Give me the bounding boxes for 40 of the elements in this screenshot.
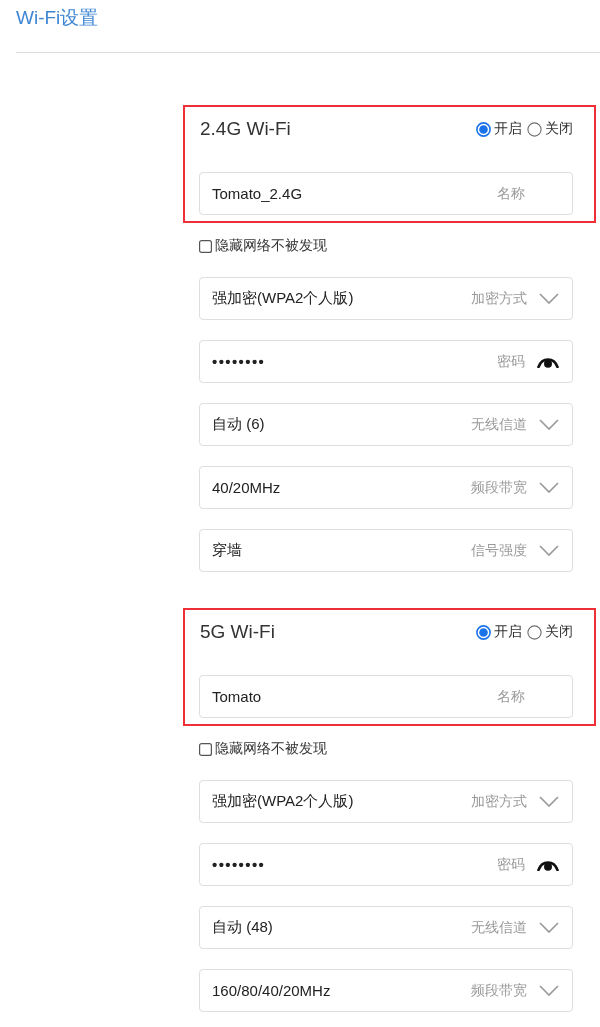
radio-option[interactable]: 开启 [476,120,522,138]
radio-option[interactable]: 关闭 [527,120,573,138]
select-field[interactable]: 穿墙 信号强度 [199,529,573,572]
password-field[interactable]: •••••••• 密码 [199,843,573,886]
page-title: Wi-Fi设置 [16,6,100,30]
band-title: 2.4G Wi-Fi [199,118,291,140]
select-field[interactable]: 40/20MHz 频段带宽 [199,466,573,509]
password-field[interactable]: •••••••• 密码 [199,340,573,383]
field-label: 名称 [497,184,525,203]
select-field[interactable]: 强加密(WPA2个人版) 加密方式 [199,277,573,320]
field-label: 密码 [497,855,525,874]
field-label: 无线信道 [471,415,527,434]
text-field[interactable]: Tomato 名称 [199,675,573,718]
radio-option[interactable]: 关闭 [527,623,573,641]
select-field[interactable]: 160/80/40/20MHz 频段带宽 [199,969,573,1012]
chevron-down-icon [539,482,559,493]
select-field[interactable]: 强加密(WPA2个人版) 加密方式 [199,780,573,823]
field-label: 密码 [497,352,525,371]
band-title: 5G Wi-Fi [199,621,275,643]
field-label: 频段带宽 [471,478,527,497]
field-label: 加密方式 [471,289,527,308]
chevron-down-icon [539,796,559,807]
field-label: 频段带宽 [471,981,527,1000]
chevron-down-icon [539,293,559,304]
checkbox-option[interactable]: 隐藏网络不被发现 [199,237,327,255]
select-field[interactable]: 自动 (48) 无线信道 [199,906,573,949]
field-label: 信号强度 [471,541,527,560]
chevron-down-icon [539,419,559,430]
eye-icon[interactable] [537,355,559,368]
field-label: 名称 [497,687,525,706]
chevron-down-icon [539,985,559,996]
text-field[interactable]: Tomato_2.4G 名称 [199,172,573,215]
checkbox-option[interactable]: 隐藏网络不被发现 [199,740,327,758]
chevron-down-icon [539,922,559,933]
field-label: 加密方式 [471,792,527,811]
select-field[interactable]: 自动 (6) 无线信道 [199,403,573,446]
field-label: 无线信道 [471,918,527,937]
radio-option[interactable]: 开启 [476,623,522,641]
chevron-down-icon [539,545,559,556]
eye-icon[interactable] [537,858,559,871]
